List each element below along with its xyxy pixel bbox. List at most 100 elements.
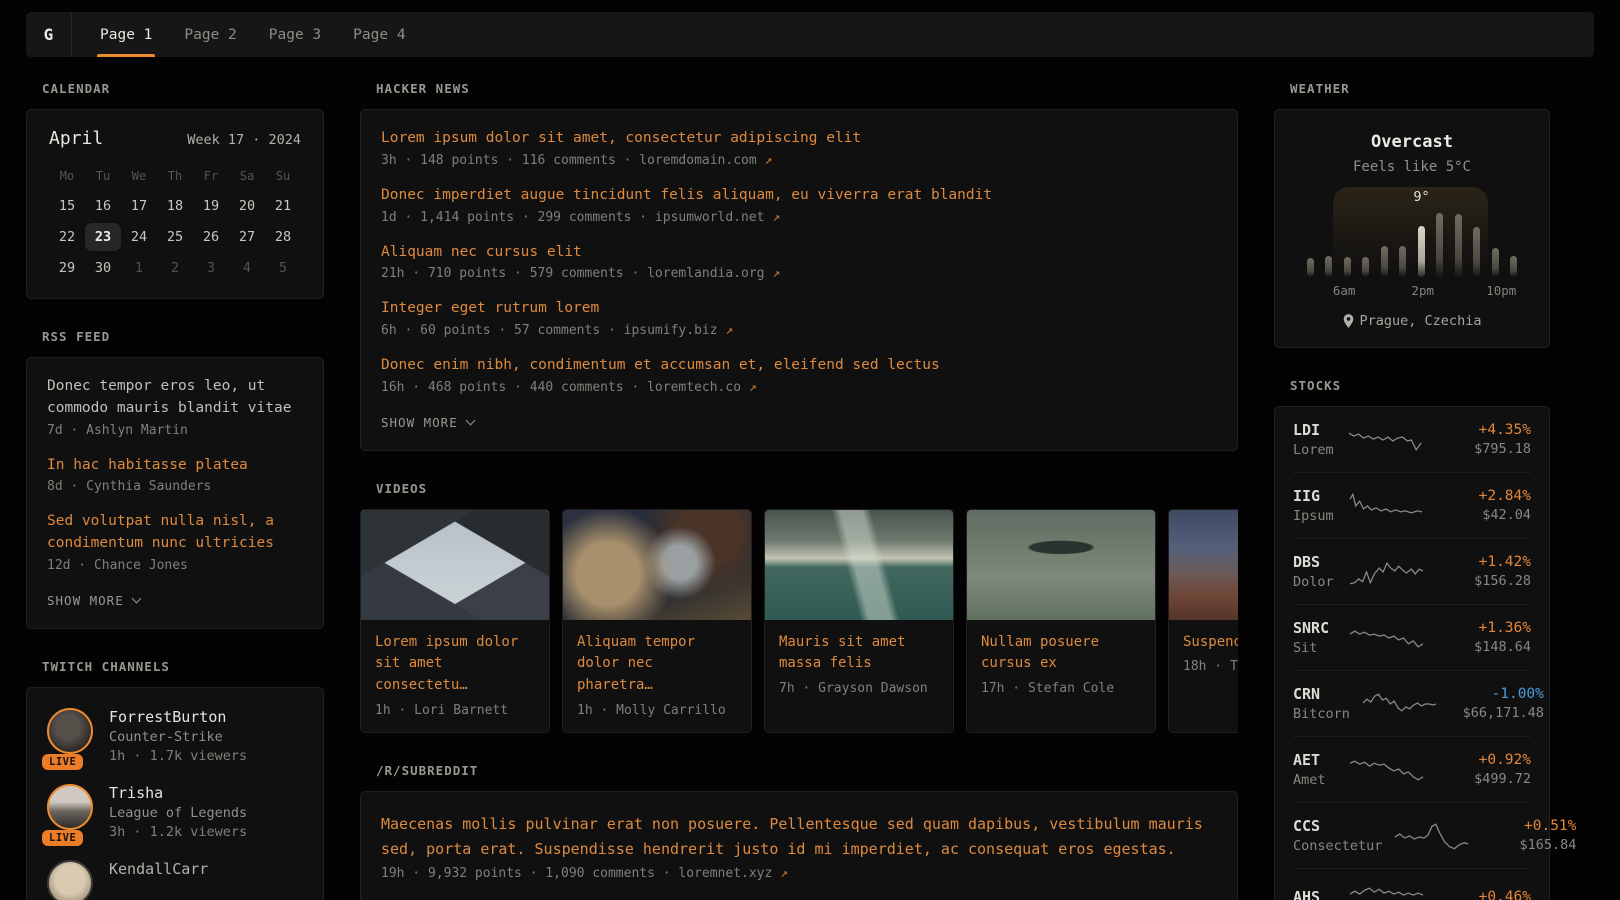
video-thumbnail[interactable] [563,510,751,620]
stock-symbol: SNRC [1293,619,1337,637]
live-badge: LIVE [42,830,83,846]
rss-item-meta: 12d · Chance Jones [47,558,303,573]
weather-card: Overcast Feels like 5°C 9° 6am 2pm 10pm [1274,109,1550,348]
video-title[interactable]: Mauris sit amet massa felis [779,632,939,675]
stock-row-crn[interactable]: CRNBitcorn -1.00%$66,171.48 [1293,671,1531,737]
rss-section-title: RSS FEED [42,329,324,344]
calendar-day: 29 [49,254,85,282]
hn-item-link[interactable]: Donec imperdiet augue tincidunt felis al… [381,185,1217,207]
stock-row-aet[interactable]: AETAmet +0.92%$499.72 [1293,737,1531,803]
tab-page-1[interactable]: Page 1 [100,12,152,57]
video-thumbnail[interactable] [1169,510,1238,620]
tab-page-2[interactable]: Page 2 [184,12,236,57]
calendar-day: 22 [49,223,85,251]
stock-symbol: LDI [1293,421,1337,439]
video-card[interactable]: Lorem ipsum dolor sit amet consectetu… 1… [360,509,550,733]
stock-row-iig[interactable]: IIGIpsum +2.84%$42.04 [1293,473,1531,539]
video-card[interactable]: Aliquam tempor dolor nec pharetra… 1h · … [562,509,752,733]
weather-bar [1307,258,1314,277]
subreddit-post-meta: 19h · 9,932 points · 1,090 comments · lo… [381,866,1217,881]
weather-bar [1344,257,1351,277]
external-link-icon[interactable]: ↗ [772,210,780,225]
hn-item-meta: 16h · 468 points · 440 comments · loremt… [381,380,1217,395]
video-title[interactable]: Aliquam tempor dolor nec pharetra… [577,632,737,697]
video-title[interactable]: Suspendisse diam [1183,632,1238,654]
video-card[interactable]: Nullam posuere cursus ex 17h · Stefan Co… [966,509,1156,733]
video-card[interactable]: Mauris sit amet massa felis 7h · Grayson… [764,509,954,733]
video-thumbnail[interactable] [967,510,1155,620]
hn-item-link[interactable]: Donec enim nibh, condimentum et accumsan… [381,355,1217,377]
hn-item-link[interactable]: Aliquam nec cursus elit [381,242,1217,264]
rss-show-more-button[interactable]: SHOW MORE [47,591,140,614]
weather-bar-current [1418,226,1425,277]
stock-change: +2.84% [1435,488,1531,504]
video-thumbnail[interactable] [361,510,549,620]
videos-section: VIDEOS Lorem ipsum dolor sit amet consec… [360,481,1238,733]
external-link-icon[interactable]: ↗ [749,380,757,395]
rss-item: Sed volutpat nulla nisl, a condimentum n… [47,511,303,573]
calendar-day: 5 [265,254,301,282]
tab-page-3[interactable]: Page 3 [269,12,321,57]
app-logo[interactable]: G [26,12,72,57]
external-link-icon[interactable]: ↗ [772,266,780,281]
twitch-card: LIVE ForrestBurton Counter-Strike 1h · 1… [26,687,324,900]
subreddit-post-link[interactable]: Maecenas mollis pulvinar erat non posuer… [381,812,1217,863]
video-title[interactable]: Lorem ipsum dolor sit amet consectetu… [375,632,535,697]
hacker-news-card: Lorem ipsum dolor sit amet, consectetur … [360,109,1238,451]
rss-section: RSS FEED Donec tempor eros leo, ut commo… [26,329,324,629]
hn-item: Aliquam nec cursus elit 21h · 710 points… [381,242,1217,282]
stock-symbol: CRN [1293,685,1350,703]
stock-row-snrc[interactable]: SNRCSit +1.36%$148.64 [1293,605,1531,671]
hn-show-more-button[interactable]: SHOW MORE [381,413,474,436]
stock-sparkline [1347,557,1425,587]
video-title[interactable]: Nullam posuere cursus ex [981,632,1141,675]
stock-row-dbs[interactable]: DBSDolor +1.42%$156.28 [1293,539,1531,605]
hn-item-link[interactable]: Integer eget rutrum lorem [381,298,1217,320]
rss-item-link[interactable]: Donec tempor eros leo, ut commodo mauris… [47,376,303,420]
calendar-weekday: Th [157,163,193,189]
twitch-section: TWITCH CHANNELS LIVE ForrestBurton Count… [26,659,324,900]
twitch-channel-trisha[interactable]: LIVE Trisha League of Legends 3h · 1.2k … [47,784,303,840]
tab-page-4[interactable]: Page 4 [353,12,405,57]
stocks-card: LDILorem +4.35%$795.18 IIGIpsum +2.84%$4… [1274,406,1550,900]
weather-condition: Overcast [1293,132,1531,152]
external-link-icon[interactable]: ↗ [780,866,788,881]
channel-name: Trisha [109,784,247,802]
time-label: 6am [1333,283,1356,298]
hacker-news-section-title: HACKER NEWS [376,81,1238,96]
calendar-day: 27 [229,223,265,251]
rss-item-link[interactable]: In hac habitasse platea [47,455,303,477]
channel-meta: 3h · 1.2k viewers [109,824,247,840]
twitch-channel-kendallcarr[interactable]: KendallCarr [47,860,303,900]
calendar-day: 21 [265,192,301,220]
stock-symbol: AET [1293,751,1337,769]
stock-symbol: DBS [1293,553,1337,571]
twitch-channel-forrestburton[interactable]: LIVE ForrestBurton Counter-Strike 1h · 1… [47,708,303,764]
tab-label: Page 4 [353,27,405,43]
calendar-month: April [49,128,103,149]
external-link-icon[interactable]: ↗ [725,323,733,338]
stock-symbol: IIG [1293,487,1337,505]
weather-section-title: WEATHER [1290,81,1550,96]
stock-symbol: CCS [1293,817,1382,835]
stock-row-ccs[interactable]: CCSConsectetur +0.51%$165.84 [1293,803,1531,869]
channel-game: Counter-Strike [109,729,247,745]
video-thumbnail[interactable] [765,510,953,620]
stock-change: +0.46% [1435,889,1531,900]
stock-price: $499.72 [1435,771,1531,787]
channel-name: KendallCarr [109,860,208,878]
tab-label: Page 3 [269,27,321,43]
hn-item-link[interactable]: Lorem ipsum dolor sit amet, consectetur … [381,128,1217,150]
calendar-weekday: We [121,163,157,189]
rss-item-link[interactable]: Sed volutpat nulla nisl, a condimentum n… [47,511,303,555]
avatar [47,784,93,830]
stock-row-ldi[interactable]: LDILorem +4.35%$795.18 [1293,407,1531,473]
video-card[interactable]: Suspendisse diam 18h · Tara [1168,509,1238,733]
external-link-icon[interactable]: ↗ [765,153,773,168]
stock-sparkline [1347,623,1425,653]
channel-game: League of Legends [109,805,247,821]
stock-row-ahs[interactable]: AHS +0.46% [1293,869,1531,900]
hn-item: Donec enim nibh, condimentum et accumsan… [381,355,1217,395]
weather-hourly-chart: 9° [1299,187,1525,277]
subreddit-section: /R/SUBREDDIT Maecenas mollis pulvinar er… [360,763,1238,900]
